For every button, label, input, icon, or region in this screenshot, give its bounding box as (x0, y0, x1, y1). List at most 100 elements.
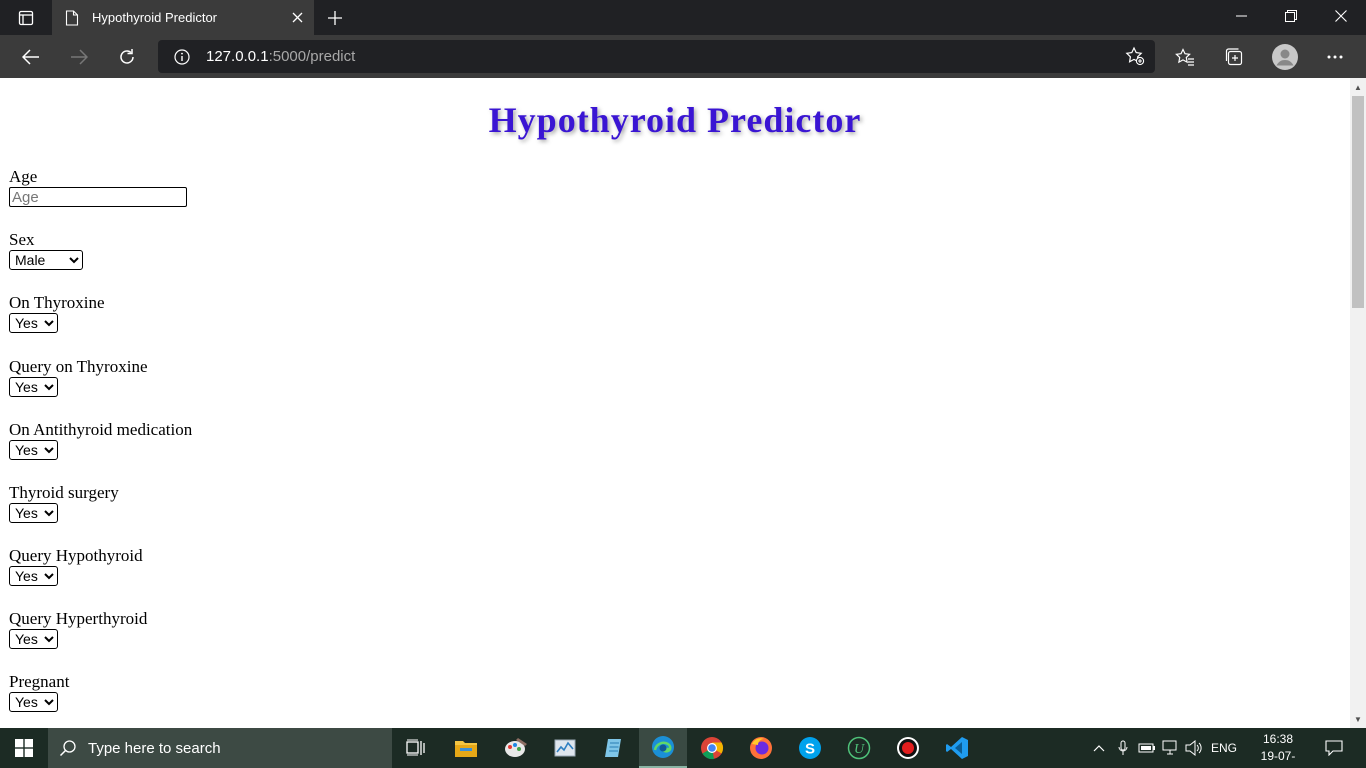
back-button[interactable] (14, 40, 48, 74)
tab-strip: Hypothyroid Predictor (0, 0, 1366, 35)
task-view-button[interactable] (392, 728, 440, 768)
taskbar-search[interactable]: Type here to search (48, 728, 392, 768)
thyroid-surgery-field: Thyroid surgery Yes (9, 483, 119, 523)
start-button[interactable] (0, 728, 48, 768)
sex-select[interactable]: Male (9, 250, 83, 270)
upwork-app[interactable]: U (835, 728, 883, 768)
back-icon (22, 49, 39, 65)
close-icon (292, 12, 302, 23)
search-icon (48, 739, 88, 757)
clock-date: 19-07-2021 (1260, 749, 1296, 768)
volume-tray[interactable] (1183, 728, 1205, 768)
on-thyroxine-select[interactable]: Yes (9, 313, 58, 333)
svg-text:U: U (854, 742, 865, 757)
skype-app[interactable]: S (786, 728, 834, 768)
notepad-icon (605, 739, 621, 757)
language-indicator[interactable]: ENG (1206, 728, 1242, 768)
more-icon (1327, 55, 1343, 59)
info-icon[interactable] (158, 48, 206, 65)
address-bar[interactable]: 127.0.0.1:5000/predict (158, 40, 1155, 73)
search-placeholder: Type here to search (88, 739, 221, 757)
collections-icon (1225, 48, 1243, 66)
windows-icon (15, 739, 33, 757)
more-button[interactable] (1318, 40, 1352, 74)
sex-label: Sex (9, 230, 35, 249)
age-input[interactable] (9, 187, 187, 207)
clock-time: 16:38 (1262, 732, 1294, 746)
tab-close-button[interactable] (280, 0, 314, 35)
on-antithyroid-field: On Antithyroid medication Yes (9, 420, 192, 460)
paint-app[interactable] (492, 728, 540, 768)
query-hypothyroid-field: Query Hypothyroid Yes (9, 546, 143, 586)
on-antithyroid-select[interactable]: Yes (9, 440, 58, 460)
task-manager-app[interactable] (541, 728, 589, 768)
edge-app[interactable] (639, 728, 687, 768)
page-scrollbar[interactable]: ▲ ▼ (1350, 78, 1366, 728)
page-icon (52, 9, 92, 26)
vscode-app[interactable] (933, 728, 981, 768)
add-favorite-icon[interactable] (1125, 46, 1145, 71)
query-hyperthyroid-field: Query Hyperthyroid Yes (9, 609, 147, 649)
pregnant-select[interactable]: Yes (9, 692, 58, 712)
plus-icon (328, 11, 342, 25)
forward-icon (71, 49, 88, 65)
page-title: Hypothyroid Predictor (488, 100, 862, 140)
close-window-button[interactable] (1316, 0, 1366, 32)
task-view-icon (406, 739, 425, 756)
tab-title: Hypothyroid Predictor (92, 10, 217, 25)
refresh-icon (120, 49, 134, 64)
scroll-up-arrow[interactable]: ▲ (1350, 80, 1366, 94)
url-text[interactable]: 127.0.0.1:5000/predict (206, 48, 355, 65)
network-icon (1162, 740, 1177, 755)
vscode-icon (946, 737, 968, 759)
notification-icon (1325, 740, 1343, 756)
scrollbar-thumb[interactable] (1352, 96, 1364, 308)
microphone-tray[interactable] (1112, 728, 1134, 768)
on-antithyroid-label: On Antithyroid medication (9, 420, 193, 439)
restore-icon (1285, 10, 1297, 22)
recorder-app[interactable] (884, 728, 932, 768)
notepad-app[interactable] (590, 728, 638, 768)
age-field: Age (9, 167, 187, 207)
collections-button[interactable] (1217, 40, 1251, 74)
query-hypothyroid-select[interactable]: Yes (9, 566, 58, 586)
page-viewport: Hypothyroid Predictor Age Sex Male On Th… (0, 78, 1350, 728)
favorites-icon (1175, 48, 1194, 66)
thyroid-surgery-select[interactable]: Yes (9, 503, 58, 523)
query-hypothyroid-label: Query Hypothyroid (9, 546, 143, 565)
on-thyroxine-label: On Thyroxine (9, 293, 105, 312)
thyroid-surgery-label: Thyroid surgery (9, 483, 119, 502)
network-tray[interactable] (1160, 728, 1182, 768)
close-icon (1335, 10, 1347, 22)
favorites-button[interactable] (1168, 40, 1202, 74)
upwork-icon: U (847, 736, 871, 760)
chrome-app[interactable] (688, 728, 736, 768)
refresh-button[interactable] (110, 40, 144, 74)
new-tab-button[interactable] (320, 3, 350, 33)
query-hyperthyroid-select[interactable]: Yes (9, 629, 58, 649)
firefox-app[interactable] (737, 728, 785, 768)
query-on-thyroxine-select[interactable]: Yes (9, 377, 58, 397)
pregnant-field: Pregnant Yes (9, 672, 69, 712)
file-explorer-app[interactable] (442, 728, 490, 768)
on-thyroxine-field: On Thyroxine Yes (9, 293, 105, 333)
tab-active[interactable]: Hypothyroid Predictor (52, 0, 314, 35)
scroll-down-arrow[interactable]: ▼ (1350, 712, 1366, 726)
url-path: :5000/predict (268, 48, 356, 65)
show-hidden-icons[interactable] (1088, 728, 1110, 768)
file-explorer-icon (455, 741, 477, 757)
restore-button[interactable] (1266, 0, 1316, 32)
profile-icon (1272, 44, 1298, 70)
notification-center-button[interactable] (1316, 728, 1352, 768)
taskbar-clock[interactable]: 16:38 19-07-2021 (1248, 731, 1308, 768)
profile-button[interactable] (1268, 40, 1302, 74)
query-on-thyroxine-field: Query on Thyroxine Yes (9, 357, 148, 397)
tab-actions-button[interactable] (6, 5, 46, 31)
sex-field: Sex Male (9, 230, 83, 270)
battery-icon (1138, 743, 1155, 753)
svg-text:S: S (805, 741, 815, 758)
minimize-button[interactable] (1216, 0, 1266, 32)
battery-tray[interactable] (1136, 728, 1158, 768)
query-on-thyroxine-label: Query on Thyroxine (9, 357, 148, 376)
forward-button[interactable] (62, 40, 96, 74)
